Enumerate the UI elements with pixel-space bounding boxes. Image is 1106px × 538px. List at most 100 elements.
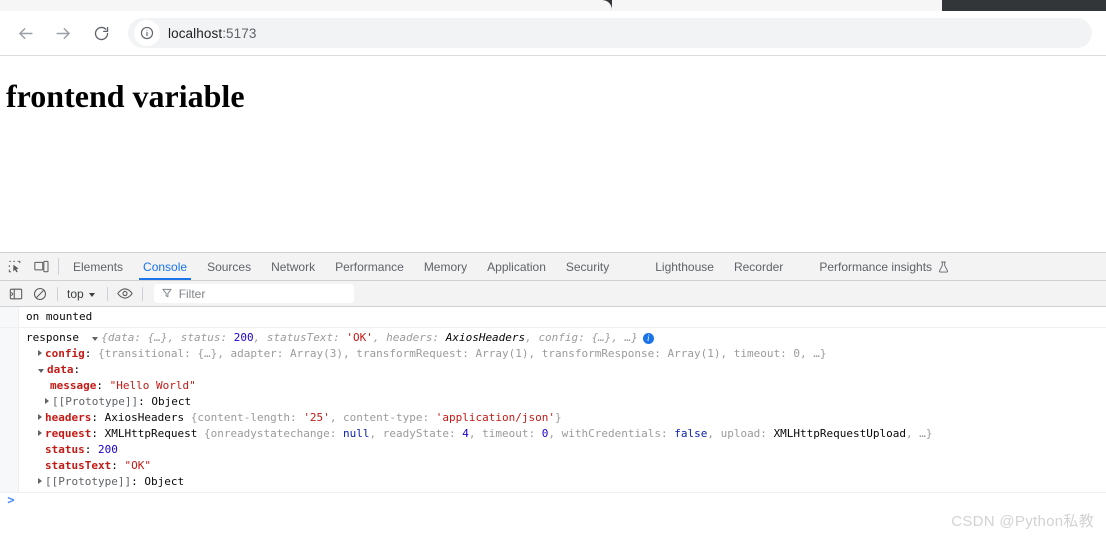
tab-label: Sources [207,259,252,274]
expand-triangle-icon[interactable] [38,478,42,484]
preview-val-headers: AxiosHeaders [445,331,526,344]
chevron-down-icon [88,292,95,297]
browser-tab-active[interactable] [0,0,612,11]
address-bar-text: localhost:5173 [168,26,256,41]
tabstrip-empty-area[interactable] [612,0,942,11]
tab-lighthouse[interactable]: Lighthouse [645,253,724,280]
tab-label: Recorder [733,259,784,274]
reload-icon[interactable] [84,16,118,50]
preview-val-data: {…} [147,331,168,344]
tabstrip-right-controls [942,0,1106,11]
console-message[interactable]: on mounted [0,307,1106,328]
filter-icon [162,287,172,301]
tab-console[interactable]: Console [133,253,197,280]
message-gutter [0,307,19,327]
property-key: request [45,427,92,440]
devtools-tabbar: Elements Console Sources Network Perform… [0,253,1106,281]
info-icon[interactable]: i [642,332,654,344]
property-value: {transitional: {…}, adapter: Array(3), t… [98,347,827,360]
experiment-flask-icon [938,261,949,273]
preview-key-status: status [180,331,221,344]
address-bar[interactable]: localhost:5173 [128,18,1092,48]
property-key: statusText [45,459,112,472]
preview-key-config: config [538,331,579,344]
expand-triangle-icon[interactable] [38,414,42,420]
tab-label: Performance insights [819,259,933,274]
property-value: Object [144,475,185,488]
property-key: [[Prototype]] [52,395,139,408]
page-title: frontend variable [6,78,245,114]
devtools-panel: Elements Console Sources Network Perform… [0,252,1106,538]
console-message[interactable]: response {data: {…}, status: 200, status… [0,328,1106,493]
back-icon[interactable] [8,16,42,50]
url-host: localhost [168,25,223,41]
preview-key-statustext: statusText [266,331,334,344]
message-gutter [0,328,19,492]
prompt-caret-icon: > [7,493,15,507]
tab-label: Memory [423,259,468,274]
tab-label: Application [487,259,546,274]
preview-key-data: data [107,331,135,344]
property-row-status[interactable]: status: 200 [26,442,1106,458]
forward-icon[interactable] [46,16,80,50]
execution-context-label: top [67,286,84,301]
log-label: response [26,331,79,344]
site-info-icon[interactable] [134,20,160,46]
clear-console-icon[interactable] [28,283,52,305]
log-text: on mounted [26,310,93,323]
property-value: "Hello World" [109,379,196,392]
property-row-prototype-root[interactable]: [[Prototype]]: Object [26,474,1106,490]
console-prompt[interactable]: > [0,491,1106,509]
tab-label: Console [143,259,188,274]
tab-recorder[interactable]: Recorder [724,253,793,280]
property-key: [[Prototype]] [45,475,132,488]
console-output[interactable]: on mounted response {data: {…}, status: … [0,307,1106,538]
tab-label: Network [271,259,316,274]
brace-close: } [631,331,638,344]
property-row-config[interactable]: config: {transitional: {…}, adapter: Arr… [26,346,1106,362]
expand-triangle-icon[interactable] [45,398,49,404]
expand-triangle-icon[interactable] [38,369,44,373]
device-toolbar-icon[interactable] [28,253,54,280]
console-toolbar-divider-3 [141,286,143,301]
response-preview-row[interactable]: response {data: {…}, status: 200, status… [26,330,1106,346]
inspect-element-icon[interactable] [2,253,28,280]
tab-performance[interactable]: Performance [325,253,414,280]
console-toolbar: top Filter [0,281,1106,307]
browser-window: localhost:5173 frontend variable Element… [0,0,1106,538]
tab-label: Elements [73,259,124,274]
property-value: 200 [98,443,118,456]
console-sidebar-toggle-icon[interactable] [4,283,28,305]
browser-tabstrip [0,0,1106,11]
url-port: :5173 [222,25,257,41]
tab-application[interactable]: Application [477,253,556,280]
property-row-message[interactable]: message: "Hello World" [26,378,1106,394]
expand-triangle-icon[interactable] [38,350,42,356]
console-toolbar-divider [57,286,58,301]
property-row-statustext[interactable]: statusText: "OK" [26,458,1106,474]
tab-sources[interactable]: Sources [197,253,261,280]
property-value: XMLHttpRequest {onreadystatechange: null… [104,427,933,440]
page-viewport: frontend variable [0,56,1106,252]
expand-triangle-icon[interactable] [92,337,99,341]
preview-val-statustext: 'OK' [346,331,373,344]
tab-memory[interactable]: Memory [414,253,477,280]
property-row-prototype[interactable]: [[Prototype]]: Object [26,394,1106,410]
property-row-headers[interactable]: headers: AxiosHeaders {content-length: '… [26,410,1106,426]
property-key: message [50,379,97,392]
expand-triangle-icon[interactable] [38,430,42,436]
property-row-data[interactable]: data: [26,362,1106,378]
tab-label: Security [565,259,610,274]
tab-elements[interactable]: Elements [63,253,133,280]
property-row-request[interactable]: request: XMLHttpRequest {onreadystatecha… [26,426,1106,442]
property-key: status [45,443,85,456]
console-filter-input[interactable]: Filter [153,284,354,303]
property-key: headers [45,411,92,424]
console-toolbar-divider-2 [106,286,108,301]
tab-security[interactable]: Security [556,253,619,280]
live-expression-eye-icon[interactable] [113,283,137,305]
tab-network[interactable]: Network [261,253,325,280]
tab-performance-insights[interactable]: Performance insights [809,253,959,280]
browser-toolbar: localhost:5173 [0,11,1106,56]
execution-context-selector[interactable]: top [63,287,102,301]
